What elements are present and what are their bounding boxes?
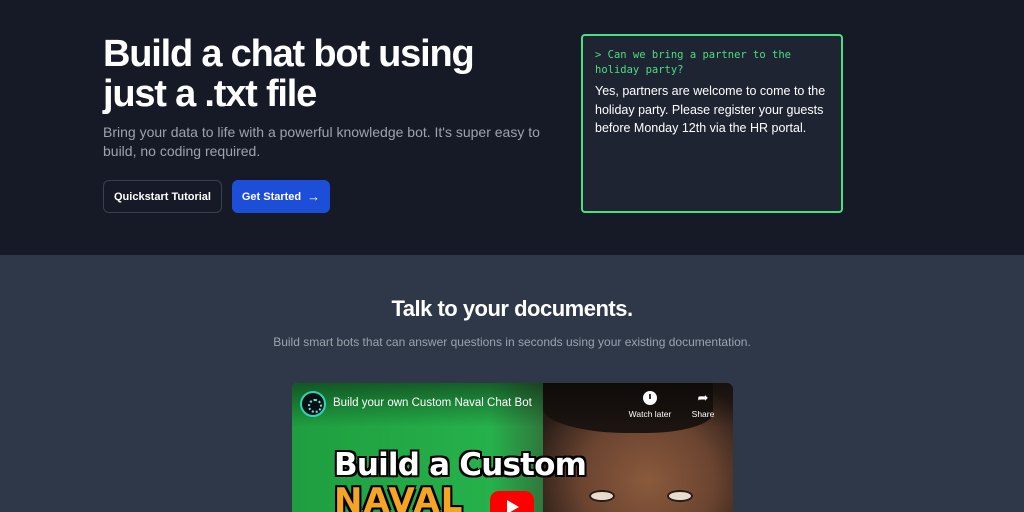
channel-avatar[interactable] (300, 391, 326, 417)
watch-later-button[interactable]: Watch later (625, 391, 675, 419)
watch-later-label: Watch later (628, 409, 672, 419)
quickstart-tutorial-label: Quickstart Tutorial (114, 190, 211, 203)
chat-answer: Yes, partners are welcome to come to the… (595, 84, 826, 135)
thumbnail-title-line2: NAVAL (334, 481, 464, 512)
hero-subtitle: Bring your data to life with a powerful … (103, 124, 540, 159)
hero-section: Build a chat bot using just a .txt file … (0, 0, 1024, 255)
arrow-right-icon: → (307, 189, 321, 204)
clock-icon (643, 391, 657, 405)
quickstart-tutorial-button[interactable]: Quickstart Tutorial (103, 180, 222, 213)
hero-title: Build a chat bot using just a .txt file (103, 33, 475, 115)
chat-demo-terminal: > Can we bring a partner to the holiday … (581, 34, 843, 213)
youtube-video-embed[interactable]: Build a Custom NAVAL Build your own Cust… (292, 383, 733, 512)
share-label: Share (691, 409, 715, 419)
play-button-icon[interactable] (490, 491, 534, 512)
video-title[interactable]: Build your own Custom Naval Chat Bot (333, 397, 532, 409)
chat-question: > Can we bring a partner to the holiday … (595, 49, 791, 76)
get-started-label: Get Started (241, 190, 302, 203)
share-button[interactable]: ➦ Share (678, 390, 728, 420)
section-title: Talk to your documents. (391, 296, 633, 321)
section-subtitle: Build smart bots that can answer questio… (273, 335, 751, 349)
get-started-button[interactable]: Get Started → (232, 180, 330, 213)
thumbnail-title-line1: Build a Custom (334, 447, 587, 483)
share-icon: ➦ (697, 390, 709, 405)
